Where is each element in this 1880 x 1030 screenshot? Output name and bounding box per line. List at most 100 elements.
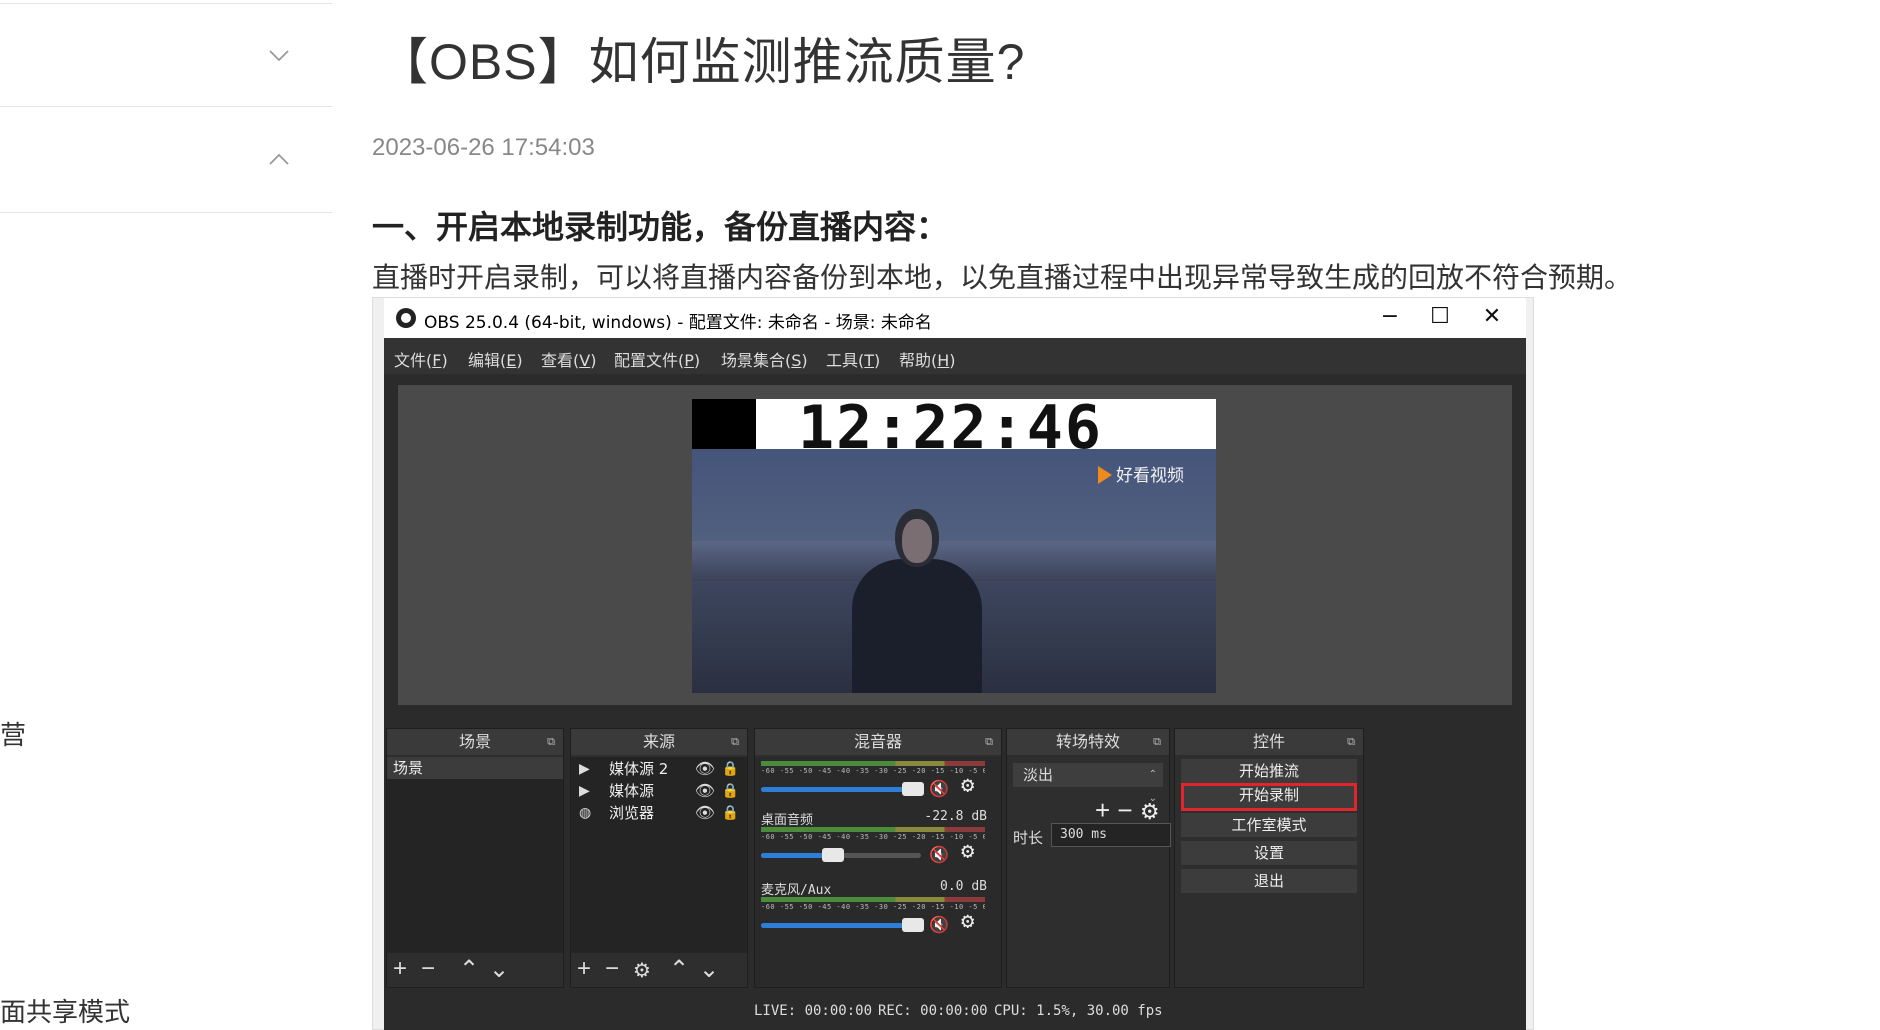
start-recording-button[interactable]: 开始录制 [1181,783,1357,811]
channel-name: 麦克风/Aux [761,883,832,898]
visibility-eye-icon[interactable]: 👁 [695,801,715,825]
volume-slider[interactable] [761,918,924,932]
muted-speaker-icon[interactable]: 🔇 [929,845,949,864]
obs-logo-icon [396,308,416,328]
add-icon[interactable]: + [577,955,591,983]
studio-mode-button[interactable]: 工作室模式 [1181,813,1357,837]
rec-timer: REC: 00:00:00 [878,1003,988,1019]
maximize-button[interactable]: ☐ [1420,304,1460,332]
controls-dock: 控件 ⧉ 开始推流 开始录制 工作室模式 设置 退出 [1174,728,1364,988]
move-up-icon[interactable]: ⌃ [459,955,479,984]
undock-icon[interactable]: ⧉ [985,729,993,755]
muted-speaker-icon[interactable]: 🔇 [929,915,949,934]
meter-scale: -60 -55 -50 -45 -40 -35 -30 -25 -20 -15 … [761,833,985,841]
menu-file[interactable]: 文件(F) [394,347,448,371]
transition-select[interactable]: 淡出 ⌃ ⌄ [1013,763,1163,804]
menu-scene-collection[interactable]: 场景集合(S) [721,347,808,371]
volume-fill [761,923,913,928]
menu-edit[interactable]: 编辑(E) [468,347,523,371]
chevron-down-icon[interactable] [268,44,290,66]
play-logo-icon [1098,466,1112,484]
exit-button[interactable]: 退出 [1181,869,1357,893]
video-frame: 好看视频 [692,449,1216,693]
scene-item[interactable]: 场景 [387,757,563,779]
gear-icon[interactable]: ⚙ [961,909,974,934]
volume-slider[interactable] [761,782,924,796]
volume-fill [761,787,913,792]
visibility-eye-icon[interactable]: 👁 [695,779,715,803]
scenes-dock: 场景 ⧉ 场景 + − ⌃ ⌄ [386,728,564,988]
gear-icon[interactable]: ⚙ [633,958,651,983]
channel-db: 0.0 dB [940,879,987,894]
clock-overlay: 12:22:46 [692,399,1216,463]
menu-help[interactable]: 帮助(H) [899,347,956,371]
watermark: 好看视频 [1098,461,1184,486]
source-item[interactable]: ◍ 浏览器 👁 🔒 [571,801,747,825]
start-streaming-button[interactable]: 开始推流 [1181,759,1357,783]
sidebar: 营 面共享模式 [0,0,332,1030]
dock-title: 场景 ⧉ [387,729,563,755]
obs-window: OBS 25.0.4 (64-bit, windows) - 配置文件: 未命名… [384,298,1526,1030]
mixer-channel: 桌面音频 -22.8 dB -60 -55 -50 -45 -40 -35 -3… [761,809,993,875]
volume-knob[interactable] [822,848,844,862]
gear-icon[interactable]: ⚙ [1140,799,1160,824]
transitions-dock: 转场特效⧉ 淡出⌃⌄ + − ⚙ 时长 300 ms ⌃⌄ [1006,728,1184,988]
menu-profile[interactable]: 配置文件(P) [614,347,700,371]
chevron-up-icon[interactable] [268,149,290,171]
sidebar-item[interactable]: 面共享模式 [0,992,130,1029]
meter-scale: -60 -55 -50 -45 -40 -35 -30 -25 -20 -15 … [761,903,985,911]
article-figure: OBS 25.0.4 (64-bit, windows) - 配置文件: 未命名… [372,297,1534,1030]
volume-knob[interactable] [902,782,924,796]
lock-icon[interactable]: 🔒 [722,779,739,803]
duration-label: 时长 [1013,829,1044,847]
status-bar: LIVE: 00:00:00 REC: 00:00:00 CPU: 1.5%, … [384,991,1526,1030]
add-icon[interactable]: + [1095,795,1110,825]
duration-input[interactable]: 300 ms [1051,823,1171,847]
page-title: 【OBS】如何监测推流质量? [378,34,1026,90]
undock-icon[interactable]: ⧉ [547,729,555,755]
level-meter [761,761,985,766]
volume-slider[interactable] [761,848,921,862]
sidebar-collapsible-row[interactable] [0,3,332,107]
meter-scale: -60 -55 -50 -45 -40 -35 -30 -25 -20 -15 … [761,767,985,775]
gear-icon[interactable]: ⚙ [961,773,974,798]
move-down-icon[interactable]: ⌄ [489,955,509,984]
move-up-icon[interactable]: ⌃ [669,955,689,984]
muted-speaker-icon[interactable]: 🔇 [929,779,949,798]
dock-title: 控件 ⧉ [1175,729,1363,755]
settings-button[interactable]: 设置 [1181,841,1357,865]
sidebar-collapsible-row[interactable] [0,109,332,213]
add-icon[interactable]: + [393,955,407,983]
cpu-fps: CPU: 1.5%, 30.00 fps [994,1003,1163,1019]
undock-icon[interactable]: ⧉ [1347,729,1355,755]
close-button[interactable]: ✕ [1472,304,1512,332]
minimize-button[interactable]: − [1370,304,1410,332]
level-meter [761,827,985,832]
menu-tools[interactable]: 工具(T) [826,347,880,371]
volume-knob[interactable] [902,918,924,932]
lock-icon[interactable]: 🔒 [722,757,739,781]
undock-icon[interactable]: ⧉ [1153,729,1161,755]
source-item[interactable]: ▶ 媒体源 2 👁 🔒 [571,757,747,781]
channel-db: -22.8 dB [924,809,987,824]
remove-icon[interactable]: − [421,955,435,983]
move-down-icon[interactable]: ⌄ [699,955,719,984]
menu-view[interactable]: 查看(V) [541,347,596,371]
remove-icon[interactable]: − [605,955,619,983]
remove-icon[interactable]: − [1117,795,1132,825]
lock-icon[interactable]: 🔒 [722,801,739,825]
source-list: ▶ 媒体源 2 👁 🔒 ▶ 媒体源 👁 🔒 ◍ 浏览器 👁 🔒 [571,757,747,953]
dock-title: 转场特效 ⧉ [1007,729,1169,755]
gear-icon[interactable]: ⚙ [961,839,974,864]
sources-dock: 来源 ⧉ ▶ 媒体源 2 👁 🔒 ▶ 媒体源 👁 🔒 ◍ 浏览器 👁 🔒 + −… [570,728,748,988]
visibility-eye-icon[interactable]: 👁 [695,757,715,781]
sidebar-item[interactable]: 营 [0,715,26,752]
preview-area[interactable]: 12:22:46 好看视频 [398,385,1512,705]
section-heading: 一、开启本地录制功能，备份直播内容： [372,209,949,245]
mixer-channels: -60 -55 -50 -45 -40 -35 -30 -25 -20 -15 … [755,757,1001,987]
media-source-icon: ▶ [579,761,590,777]
undock-icon[interactable]: ⧉ [731,729,739,755]
source-item[interactable]: ▶ 媒体源 👁 🔒 [571,779,747,803]
sources-toolbar: + − ⚙ ⌃ ⌄ [571,953,747,987]
page: 营 面共享模式 【OBS】如何监测推流质量? 2023-06-26 17:54:… [0,0,1880,1030]
